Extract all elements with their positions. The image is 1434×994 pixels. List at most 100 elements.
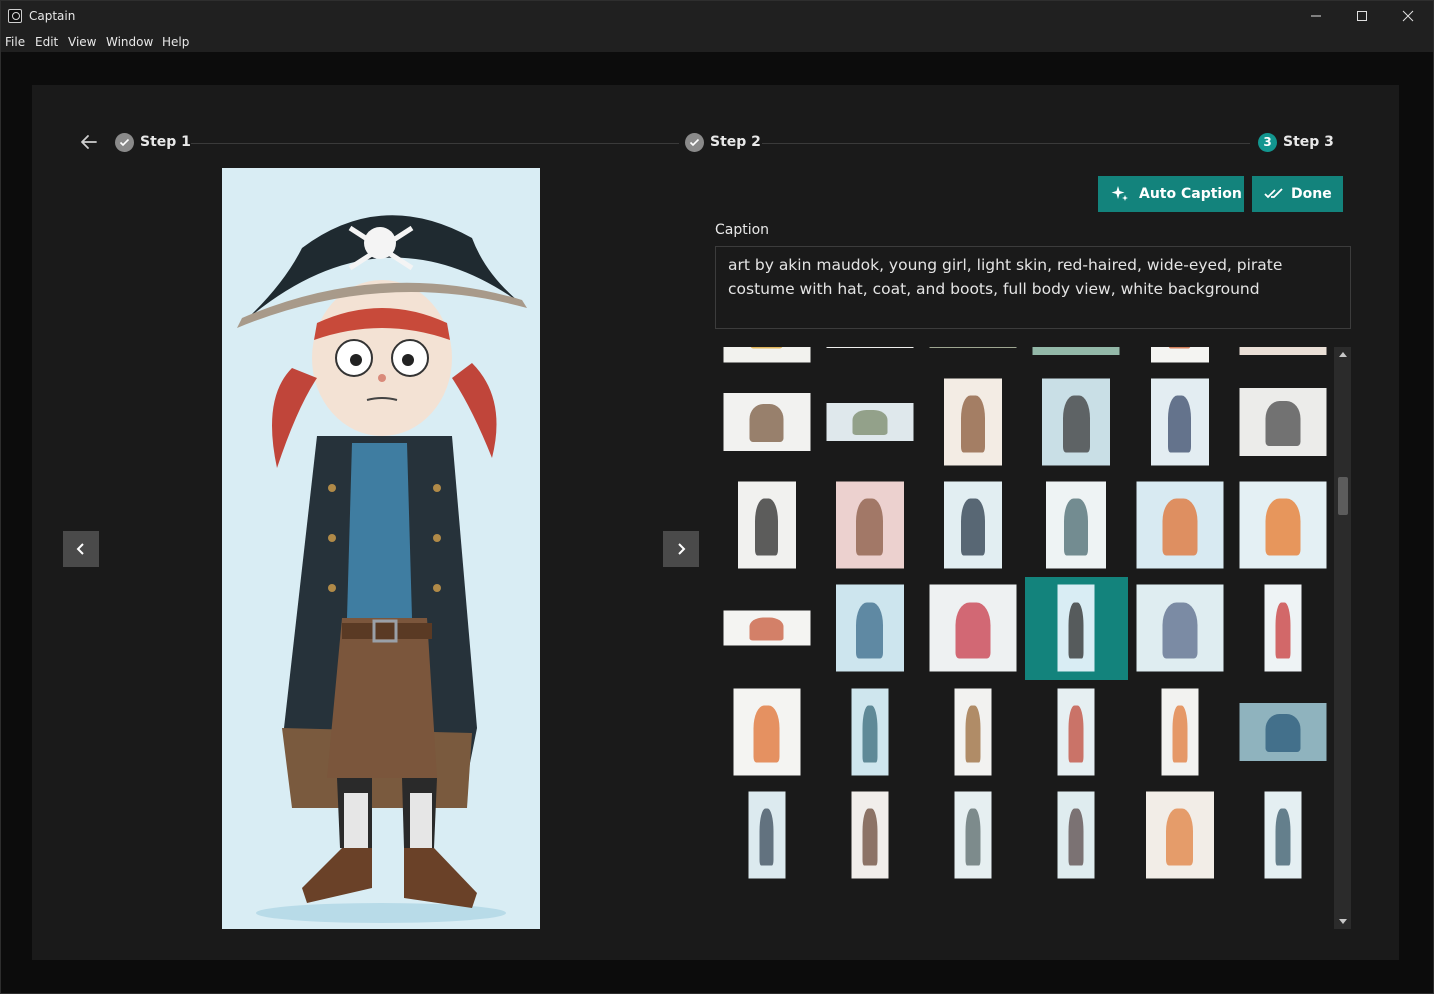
thumbnail-boy-orange[interactable]: [1128, 680, 1231, 783]
thumbnail-bee[interactable]: [715, 347, 818, 370]
thumbnail-subject: [862, 705, 878, 763]
thumbnail-image: [851, 791, 889, 879]
thumbnail-image: [1057, 791, 1095, 879]
thumbnail-subject: [1068, 705, 1084, 763]
thumbnail-image: [1264, 791, 1302, 879]
thumbnail-small-boy[interactable]: [1232, 784, 1335, 887]
done-button[interactable]: Done: [1252, 176, 1343, 212]
thumbnail-police-car[interactable]: [1232, 680, 1335, 783]
thumbnail-subject: [862, 808, 878, 866]
thumbnail-image: [723, 392, 810, 451]
scroll-up-arrow-icon[interactable]: [1339, 352, 1347, 357]
thumbnail-horse[interactable]: [818, 347, 921, 370]
close-button[interactable]: [1385, 1, 1431, 31]
thumbnail-blue-sneaker[interactable]: [1128, 474, 1231, 577]
check-icon: [119, 138, 130, 147]
window-title: Captain: [29, 9, 76, 23]
thumbnail-image: [826, 402, 914, 441]
thumbnail-subject: [955, 602, 991, 659]
menu-view[interactable]: View: [68, 35, 96, 49]
thumbnail-twin-girls[interactable]: [715, 474, 818, 577]
thumbnail-kid-guitar[interactable]: [1025, 370, 1128, 473]
step-2[interactable]: Step 2: [685, 133, 765, 153]
thumbnail-red-sneaker[interactable]: [922, 577, 1025, 680]
thumbnail-subject: [1168, 347, 1192, 349]
close-icon: [1402, 10, 1414, 22]
thumbnail-goblin[interactable]: [818, 370, 921, 473]
thumbnail-boy-blue[interactable]: [818, 577, 921, 680]
done-label: Done: [1291, 186, 1332, 202]
thumbnail-cow[interactable]: [922, 347, 1025, 370]
thumbnail-dog[interactable]: [1232, 370, 1335, 473]
thumbnail-image: [1046, 481, 1107, 569]
minimize-icon: [1311, 15, 1321, 17]
thumbnail-subject: [1265, 498, 1301, 556]
maximize-button[interactable]: [1339, 1, 1385, 31]
thumbnail-gallery: [715, 347, 1335, 929]
thumbnail-girl-teal[interactable]: [1025, 784, 1128, 887]
thumbnail-pencil[interactable]: [715, 577, 818, 680]
thumbnail-image: [929, 347, 1017, 348]
step-3[interactable]: 3 Step 3: [1258, 133, 1338, 153]
thumbnail-two-kids[interactable]: [1128, 347, 1231, 370]
thumbnail-image: [1057, 688, 1095, 776]
thumbnail-orange-sneaker[interactable]: [1232, 474, 1335, 577]
thumbnail-image: [835, 584, 904, 672]
thumbnail-subject: [1275, 808, 1291, 866]
thumbnail-three-kids[interactable]: [922, 370, 1025, 473]
thumbnail-bird[interactable]: [1025, 474, 1128, 577]
thumbnail-girl-blue[interactable]: [818, 680, 921, 783]
step-1[interactable]: Step 1: [115, 133, 195, 153]
thumbnail-image: [1239, 481, 1327, 569]
thumbnail-twins[interactable]: [1128, 370, 1231, 473]
thumbnail-wizard-girl[interactable]: [1025, 347, 1128, 370]
thumbnail-girl-skirt[interactable]: [818, 784, 921, 887]
thumbnail-subject: [965, 808, 981, 866]
thumbnail-subject: [1064, 498, 1089, 556]
thumbnail-girl-orange[interactable]: [715, 680, 818, 783]
thumbnail-bull[interactable]: [715, 370, 818, 473]
caption-textarea[interactable]: art by akin maudok, young girl, light sk…: [715, 246, 1351, 329]
thumbnail-curly-kid[interactable]: [715, 784, 818, 887]
thumbnail-subject: [749, 347, 784, 349]
scroll-down-arrow-icon[interactable]: [1339, 919, 1347, 924]
menu-bar: File Edit View Window Help: [1, 31, 1433, 52]
thumbnail-boy-red[interactable]: [1232, 577, 1335, 680]
step-3-label: Step 3: [1283, 134, 1334, 150]
gallery-scrollbar[interactable]: [1334, 347, 1351, 929]
thumbnail-old-man[interactable]: [922, 680, 1025, 783]
thumbnail-brown-dog[interactable]: [818, 474, 921, 577]
arrow-left-icon[interactable]: [79, 132, 99, 152]
menu-window[interactable]: Window: [106, 35, 153, 49]
next-image-button[interactable]: [663, 531, 699, 567]
menu-help[interactable]: Help: [162, 35, 189, 49]
thumbnail-image: [1057, 584, 1095, 672]
thumbnail-image: [1145, 791, 1214, 879]
thumbnail-subject: [856, 602, 884, 659]
thumbnail-grandma[interactable]: [922, 784, 1025, 887]
minimize-button[interactable]: [1293, 1, 1339, 31]
thumbnail-family[interactable]: [1128, 577, 1231, 680]
thumbnail-witch-kid[interactable]: [922, 474, 1025, 577]
thumbnail-girl-dress[interactable]: [1128, 784, 1231, 887]
thumbnail-pirate[interactable]: [1024, 576, 1128, 680]
thumbnail-image: [1150, 378, 1209, 466]
thumbnail-subject: [1162, 498, 1198, 556]
thumbnail-couple[interactable]: [1232, 347, 1335, 370]
app-window: Captain File Edit View Window Help Step …: [0, 0, 1434, 994]
scrollbar-thumb[interactable]: [1338, 477, 1348, 515]
previous-image-button[interactable]: [63, 531, 99, 567]
menu-file[interactable]: File: [5, 35, 25, 49]
thumbnail-image: [1136, 584, 1224, 672]
thumbnail-image: [835, 481, 904, 569]
thumbnail-image: [851, 688, 889, 776]
thumbnail-subject: [749, 617, 784, 641]
thumbnail-image: [1150, 347, 1209, 362]
menu-edit[interactable]: Edit: [35, 35, 58, 49]
auto-caption-label: Auto Caption: [1139, 186, 1242, 202]
thumbnail-subject: [754, 498, 779, 556]
thumbnail-image: [1042, 378, 1111, 466]
auto-caption-button[interactable]: Auto Caption: [1098, 176, 1244, 212]
thumbnail-boy-glasses[interactable]: [1025, 680, 1128, 783]
thumbnail-subject: [1265, 714, 1301, 752]
